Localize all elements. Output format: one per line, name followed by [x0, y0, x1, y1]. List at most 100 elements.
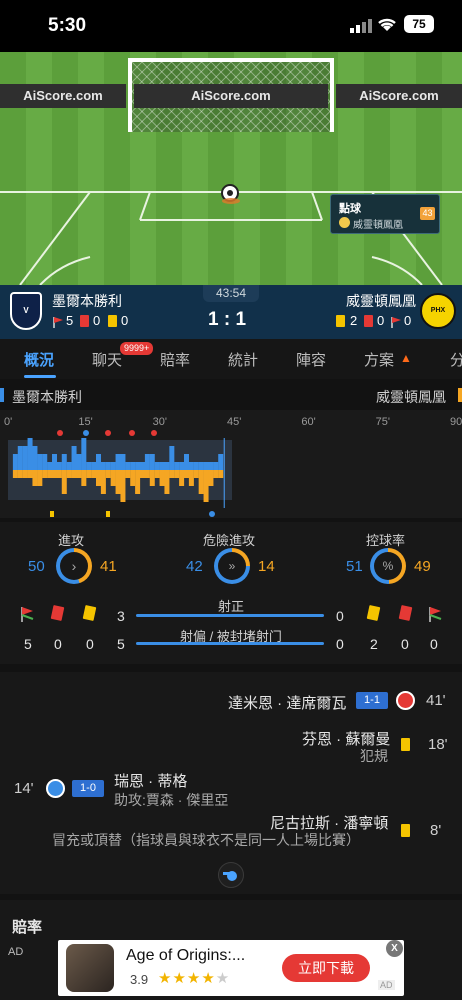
yellow-card-icon — [366, 605, 381, 621]
yellow-card-icon — [108, 315, 117, 327]
ad-label: AD — [8, 946, 24, 958]
signal-icon — [350, 19, 372, 33]
ad-close-button[interactable]: X — [386, 940, 403, 957]
home-team-name[interactable]: 墨爾本勝利 — [52, 291, 122, 311]
home-red-stat: 0 — [54, 636, 62, 652]
home-pressure-bar — [154, 462, 160, 470]
ad-board-left: AiScore.com — [0, 84, 126, 108]
odds-section: 賠率 AD Age of Origins:... 3.9 ★★★★★ 立即下載 … — [0, 900, 462, 1000]
away-pressure-bar — [174, 470, 180, 478]
corner-flag-icon — [390, 315, 402, 328]
away-pressure-bar — [154, 470, 160, 478]
home-pressure-bar — [193, 462, 199, 470]
event-minute: 18' — [428, 736, 448, 753]
home-pressure-bar — [17, 446, 23, 470]
event-detail: 冒充或頂替（指球員與球衣不是同一人上場比賽） — [52, 832, 360, 848]
tab-odds[interactable]: 賠率 — [160, 349, 190, 370]
home-color-marker — [0, 388, 4, 402]
away-pressure-bar — [213, 470, 219, 478]
home-pressure-bar — [110, 462, 116, 470]
away-pressure-bar — [66, 470, 72, 478]
yellow-card-icon — [401, 824, 410, 837]
home-pressure-bar — [61, 454, 67, 470]
timeline-teams: 墨爾本勝利 威靈頓鳳凰 — [0, 383, 462, 409]
away-team-logo[interactable]: PHX — [420, 293, 456, 329]
ad-corner-label: AD — [378, 980, 395, 990]
away-pressure-bar — [96, 470, 101, 486]
away-pressure-bar — [135, 470, 141, 494]
home-pressure-bar — [105, 462, 111, 470]
on-target-label: 射正 — [218, 599, 245, 614]
corner-marker-icon — [129, 430, 135, 436]
ad-board-center: AiScore.com — [134, 84, 328, 108]
tab-plans[interactable]: 方案 — [364, 349, 394, 370]
away-pressure-bar — [110, 470, 116, 486]
away-team-name[interactable]: 威靈頓鳳凰 — [346, 291, 416, 311]
tab-stats[interactable]: 統計 — [228, 349, 258, 370]
events-list: 達米恩 · 達席爾瓦 1-1 41' 芬恩 · 蘇爾曼 犯規 18' 14' 1… — [0, 672, 462, 894]
away-pressure-bar — [208, 470, 214, 486]
home-red-count: 0 — [93, 313, 101, 328]
timeline-tick-label: 75' — [375, 416, 390, 428]
danger-label: 危險進攻 — [203, 533, 256, 548]
corner-marker-icon — [57, 430, 63, 436]
home-pressure-bar — [125, 462, 131, 470]
away-pressure-bar — [164, 470, 170, 494]
home-pressure-bar — [42, 454, 48, 470]
home-pressure-bar — [213, 462, 219, 470]
home-pressure-bar — [76, 454, 82, 470]
fire-icon: ▲ — [400, 351, 412, 365]
whistle-icon — [218, 862, 244, 888]
possession-ring: % — [370, 548, 406, 584]
away-pressure-bar — [91, 470, 97, 478]
home-pressure-bar — [115, 454, 121, 470]
timeline-tick-label: 60' — [301, 416, 316, 428]
ad-install-button[interactable]: 立即下載 — [282, 954, 370, 982]
home-pressure-bar — [96, 454, 101, 470]
home-pressure-bar — [169, 446, 175, 470]
yellow-card-marker-icon — [50, 511, 54, 517]
corner-marker-icon — [105, 430, 111, 436]
home-pressure-bar — [218, 454, 224, 470]
penalty-minute: 43 — [420, 207, 435, 220]
yellow-card-icon — [401, 738, 410, 751]
away-pressure-bar — [32, 470, 38, 486]
status-bar: 5:30 75 — [0, 0, 462, 52]
home-indicator — [150, 986, 312, 991]
attack-home: 50 — [28, 558, 45, 575]
possession-label: 控球率 — [366, 533, 406, 548]
away-red-count: 0 — [377, 313, 385, 328]
tab-chat[interactable]: 聊天 — [92, 349, 122, 370]
timeline-tick-label: 45' — [227, 416, 242, 428]
away-pressure-bar — [12, 470, 18, 478]
home-pressure-bar — [184, 454, 189, 470]
odds-title: 賠率 — [12, 919, 43, 936]
penalty-title: 點球 — [339, 203, 361, 215]
home-pressure-bar — [149, 454, 155, 470]
home-pressure-bar — [71, 446, 77, 470]
corner-flag-icon — [428, 606, 442, 622]
timeline-tick-label: 30' — [152, 416, 167, 428]
home-pressure-bar — [100, 462, 106, 470]
penalty-team: 威靈頓鳳凰 — [353, 220, 403, 231]
score-bar: V 墨爾本勝利 5 0 0 43:54 1 : 1 威靈頓鳳凰 2 0 0 PH… — [0, 285, 462, 339]
pitch-animation: AiScore.com AiScore.com AiScore.com 點球 威… — [0, 52, 462, 285]
score-badge: 1-0 — [72, 780, 104, 797]
away-pressure-bar — [81, 470, 87, 486]
home-pressure-bar — [66, 462, 72, 470]
away-pressure-bar — [198, 470, 204, 494]
tab-overview[interactable]: 概況 — [24, 349, 54, 370]
away-pressure-bar — [37, 470, 43, 486]
away-pressure-bar — [17, 470, 23, 478]
home-pressure-bar — [81, 438, 87, 470]
home-team-logo[interactable]: V — [10, 292, 42, 330]
red-card-icon — [80, 315, 89, 327]
attack-label: 進攻 — [58, 533, 85, 548]
event-player[interactable]: 達米恩 · 達席爾瓦 — [228, 692, 346, 713]
away-pressure-bar — [140, 470, 145, 478]
tab-more[interactable]: 分 — [450, 349, 462, 370]
away-pressure-bar — [159, 470, 165, 486]
event-player[interactable]: 瑞恩 · 蒂格 — [114, 770, 187, 791]
away-corner-count: 0 — [404, 313, 412, 328]
tab-lineup[interactable]: 陣容 — [296, 349, 326, 370]
